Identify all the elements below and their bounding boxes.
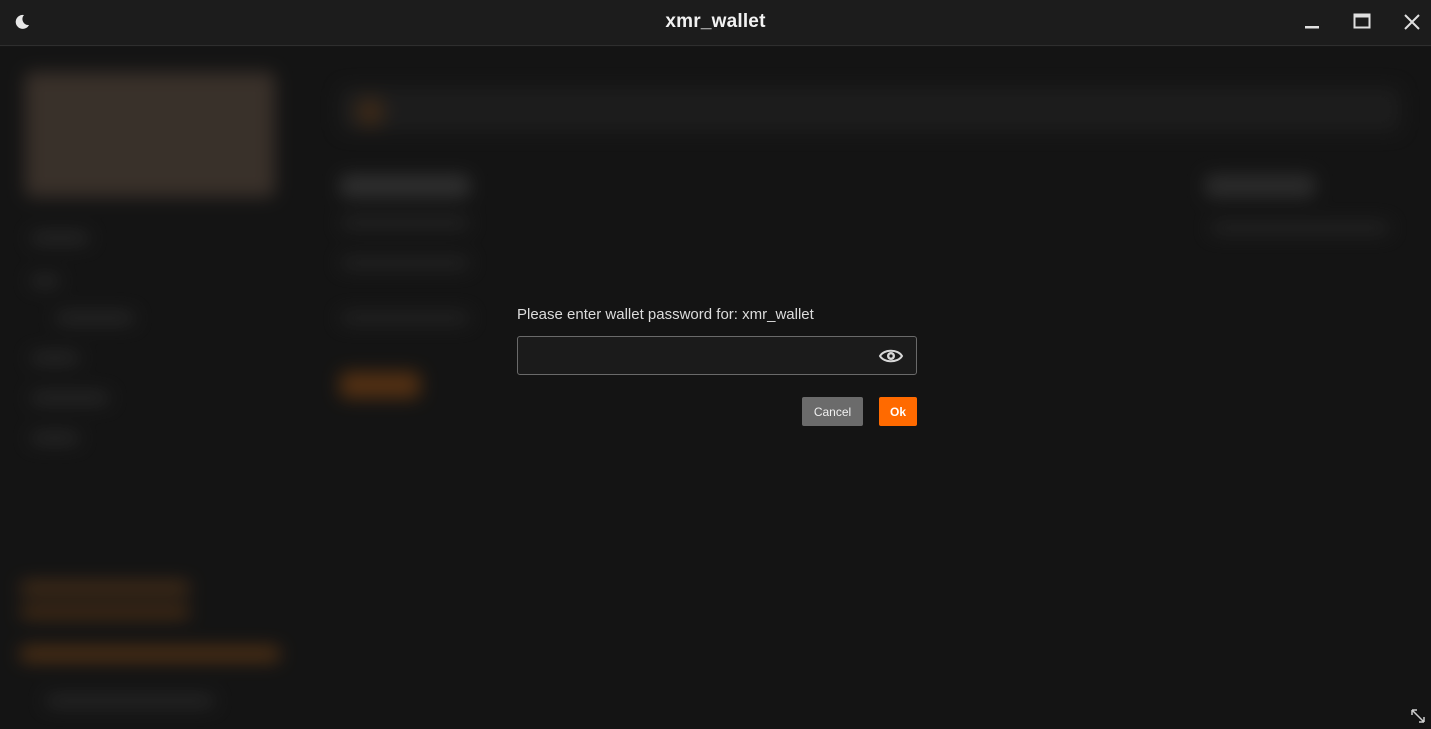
password-field	[517, 336, 917, 375]
password-dialog: Please enter wallet password for: xmr_wa…	[517, 303, 917, 426]
window-title: xmr_wallet	[665, 11, 766, 32]
modal-overlay	[0, 47, 1431, 729]
app-window: xmr_wallet Please enter wallet password …	[0, 0, 1431, 729]
eye-icon[interactable]	[878, 345, 904, 367]
cancel-button[interactable]: Cancel	[802, 397, 863, 426]
resize-icon[interactable]	[1410, 708, 1426, 724]
minimize-icon[interactable]	[1300, 10, 1324, 34]
close-icon[interactable]	[1400, 10, 1424, 34]
title-bar: xmr_wallet	[0, 0, 1431, 46]
password-input[interactable]	[526, 341, 870, 372]
maximize-icon[interactable]	[1350, 10, 1374, 34]
ok-button[interactable]: Ok	[879, 397, 917, 426]
password-prompt: Please enter wallet password for: xmr_wa…	[517, 306, 814, 323]
